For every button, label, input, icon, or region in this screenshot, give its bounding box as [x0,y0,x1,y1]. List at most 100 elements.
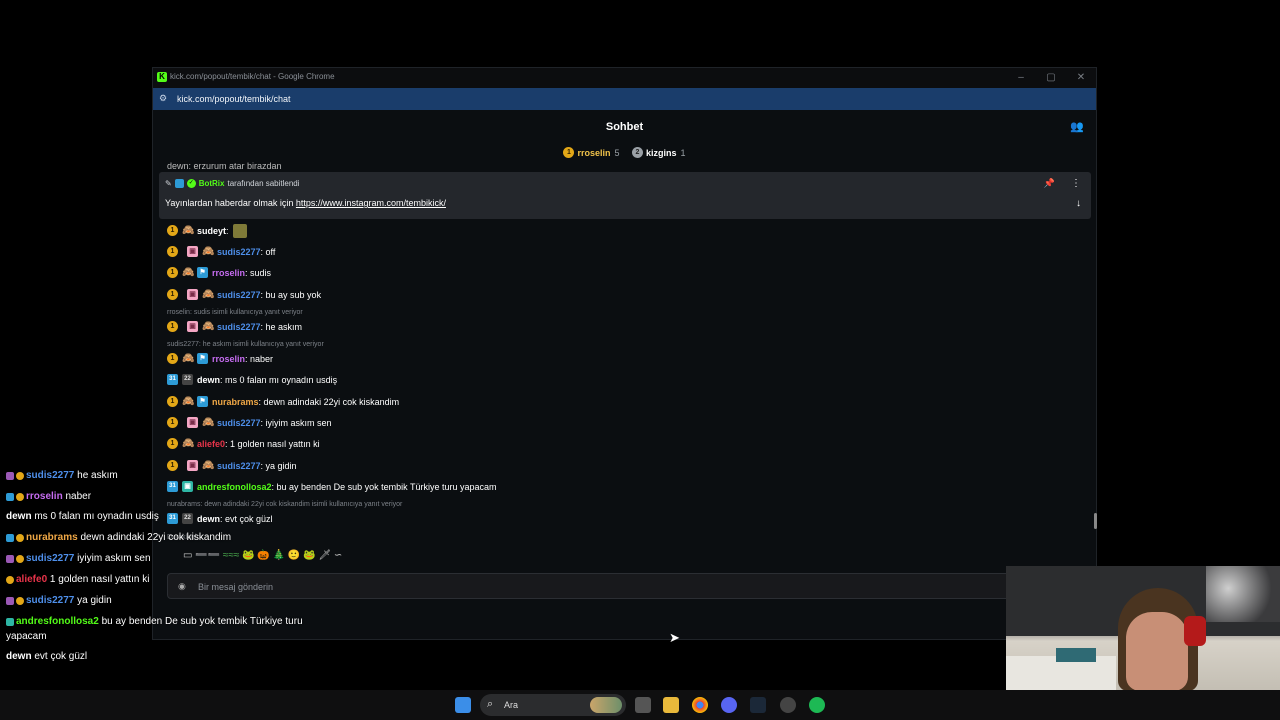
mod-badge-icon: ⚑ [197,396,208,407]
address-bar[interactable]: ⚙ kick.com/popout/tembik/chat [153,88,1096,110]
chat-scrollbar[interactable] [1094,513,1097,529]
coin-icon [16,533,24,542]
coin-icon [16,596,24,605]
search-icon: ⌕ [487,698,494,710]
gift-badge-icon: 1 [167,267,178,278]
chat-title: Sohbet [605,121,644,133]
overlay-message: nurabrams dewn adindaki 22yi cok kiskand… [6,532,231,543]
chrome-icon[interactable] [692,697,708,713]
gift-badge-icon: 1 [167,396,178,407]
steam-icon[interactable] [750,697,766,713]
emote-icon[interactable]: ∽ [334,550,342,561]
pinned-message: ✎ ✓ BotRix tarafından sabitlendi Yayınla… [159,172,1091,219]
monkey-badge-icon: 🙈 [202,321,215,332]
chat-header: Sohbet 👥 [153,110,1096,144]
gift-coin-icon: 2 [632,147,643,158]
minimize-icon[interactable]: – [1014,71,1028,85]
sub22-badge-icon: 22 [182,374,193,385]
overlay-message: sudis2277 iyiyim askım sen [6,553,151,564]
badge-icon [6,492,14,501]
window-title: kick.com/popout/tembik/chat - Google Chr… [170,72,335,81]
spotify-icon[interactable] [809,697,825,713]
chat-message: 1 🙈 sudeyt: [167,223,247,238]
badge-icon [6,596,14,605]
gift-badge-icon: 1 [167,438,178,449]
task-view-icon[interactable] [635,697,651,713]
mod-badge-icon: ⚑ [197,267,208,278]
overlay-message: aliefe0 1 golden nasıl yattın ki [6,574,149,585]
pinned-meta: ✎ ✓ BotRix tarafından sabitlendi [165,179,300,188]
taskbar-search[interactable]: ⌕ Ara [480,694,626,716]
overlay-message: rroselin naber [6,491,91,502]
chat-message: 1 🙈 ⚑ nurabrams: dewn adindaki 22yi cok … [167,395,399,408]
site-settings-icon[interactable]: ⚙ [159,93,167,104]
overlay-message-cont: yapacam [6,631,47,642]
pinned-text: Yayınlardan haberdar olmak için https://… [165,198,446,208]
monkey-badge-icon: 🙈 [182,225,195,236]
top-gifters: 1 rroselin 5 2 kizgins 1 [153,146,1096,164]
reply-context: sudis2277: he askım isimli kullanıcıya y… [167,341,324,348]
taskbar: ⌕ Ara [0,690,1280,720]
stream-overlay-chat: sudis2277 he askım rroselin naber dewn m… [0,466,303,666]
webcam-feed [1006,566,1280,691]
coin-icon [16,554,24,563]
monkey-badge-icon: 🙈 [202,417,215,428]
windows-start-icon[interactable] [455,697,471,713]
coin-icon [6,575,14,584]
chat-message: 1 🙈 aliefe0: 1 golden nasıl yattın ki [167,437,320,450]
maximize-icon[interactable]: ▢ [1044,71,1058,85]
mod-badge-icon: ⚑ [197,353,208,364]
monkey-badge-icon: 🙈 [182,353,195,364]
chat-message: 1 🙈 ⚑ rroselin: sudis [167,266,271,279]
gift-badge-icon: 1 [167,417,178,428]
emote-icon[interactable]: 🗡 [318,550,331,561]
gift-badge-icon: 1 [167,353,178,364]
chat-message: 1 ▣ 🙈 sudis2277: he askım [167,320,302,333]
giftbox-badge-icon: ▣ [187,289,198,300]
giftbox-badge-icon: ▣ [187,246,198,257]
giftbox-badge-icon: ▣ [187,417,198,428]
sub-badge-icon: 31 [167,374,178,385]
title-bar: K kick.com/popout/tembik/chat - Google C… [153,68,1096,88]
obs-icon[interactable] [780,697,796,713]
url-text[interactable]: kick.com/popout/tembik/chat [177,94,291,104]
gifter-2[interactable]: 2 kizgins 1 [632,147,686,158]
gifter-1[interactable]: 1 rroselin 5 [563,147,619,158]
badge-icon [6,617,14,626]
chat-message: 1 ▣ 🙈 sudis2277: bu ay sub yok [167,288,321,301]
chat-message: 31 22 dewn: ms 0 falan mı oynadın usdiş [167,373,337,386]
emote-icon [232,223,247,238]
gift-badge-icon: 1 [167,246,178,257]
monkey-badge-icon: 🙈 [202,289,215,300]
overlay-message: andresfonollosa2 bu ay benden De sub yok… [6,616,303,627]
kick-favicon-icon: K [157,72,167,82]
overlay-message: dewn ms 0 falan mı oynadın usdiş [6,511,159,522]
giftbox-badge-icon: ▣ [187,321,198,332]
more-options-icon[interactable]: ⋮ [1071,178,1081,189]
expand-arrow-icon[interactable]: ↓ [1076,198,1081,209]
gift-coin-icon: 1 [563,147,575,158]
close-icon[interactable]: ✕ [1074,71,1088,85]
discord-icon[interactable] [721,697,737,713]
file-explorer-icon[interactable] [663,697,679,713]
headphones [1184,616,1206,646]
overlay-message: sudis2277 ya gidin [6,595,112,606]
verified-icon: ✓ [186,179,196,188]
monkey-badge-icon: 🙈 [182,396,195,407]
monkey-badge-icon: 🙈 [182,438,195,449]
badge-icon [6,533,14,542]
reply-context: rroselin: sudis isimli kullanıcıya yanıt… [167,309,303,316]
monkey-badge-icon: 🙈 [182,267,195,278]
coin-icon [16,492,24,501]
monkey-badge-icon: 🙈 [202,246,215,257]
pinned-link[interactable]: https://www.instagram.com/tembikick/ [296,198,446,208]
gift-badge-icon: 1 [167,225,178,236]
gift-badge-icon: 1 [167,321,178,332]
gift-badge-icon: 1 [167,289,178,300]
pin-icon[interactable]: 📌 [1044,178,1055,189]
pin-small-icon: ✎ [165,179,172,188]
emote-icon[interactable]: 🐸 [303,550,315,561]
badge-icon [6,554,14,563]
users-icon[interactable]: 👥 [1070,120,1084,133]
chat-message: 1 ▣ 🙈 sudis2277: iyiyim askım sen [167,416,332,429]
